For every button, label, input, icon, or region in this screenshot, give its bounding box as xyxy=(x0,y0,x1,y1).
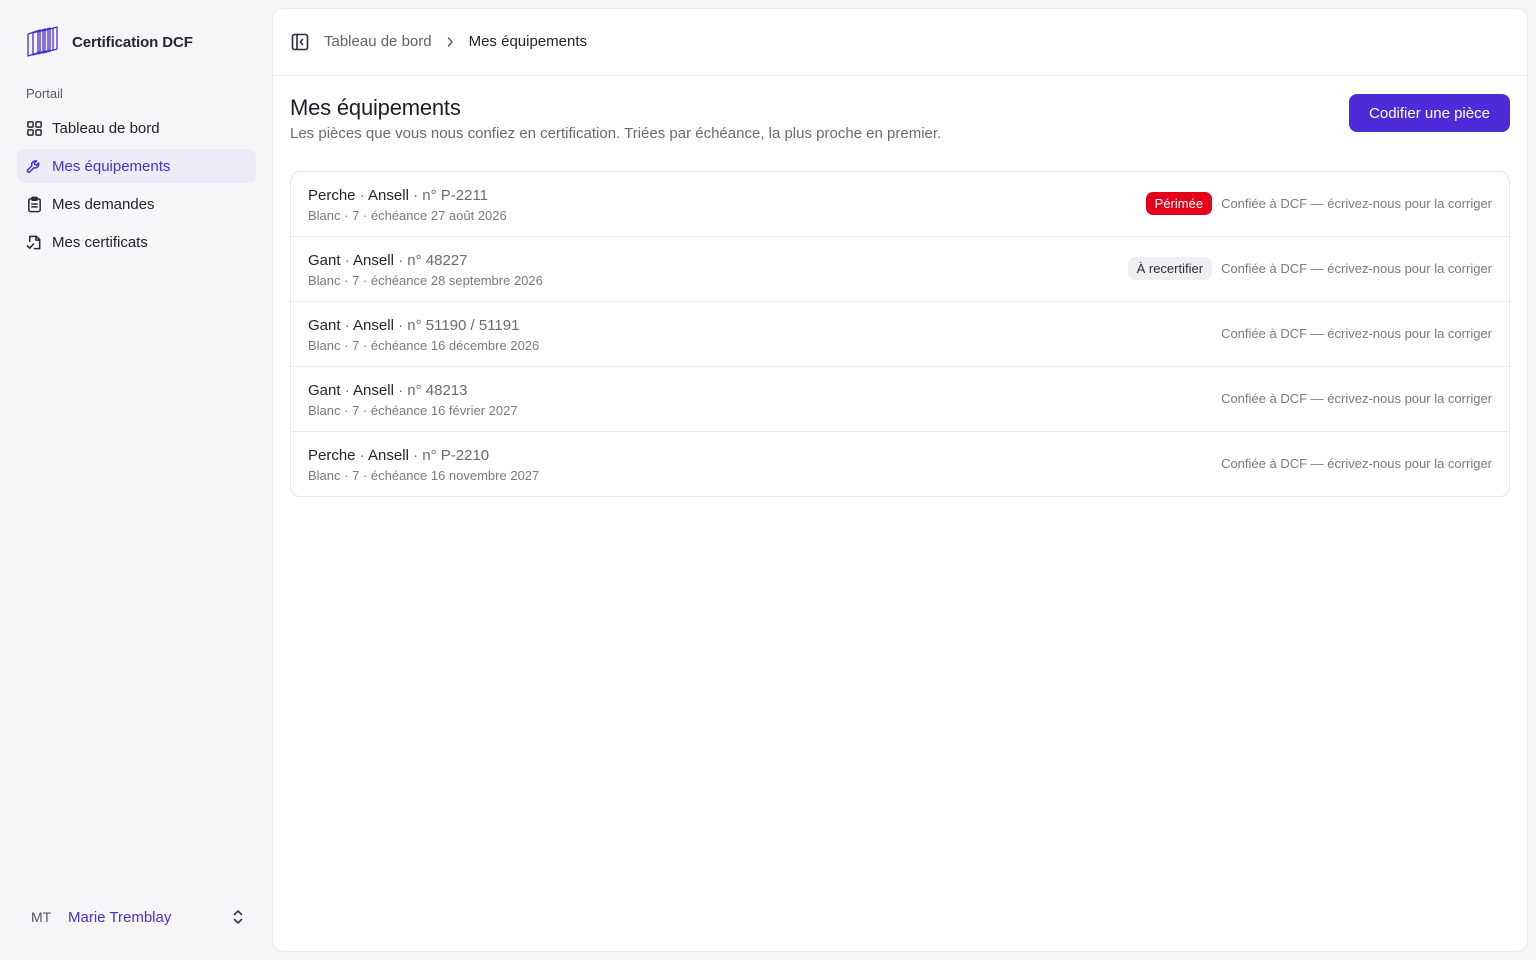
chevron-up-down-icon xyxy=(233,910,243,924)
sidebar-item-mes-equipements[interactable]: Mes équipements xyxy=(17,149,256,184)
wrench-icon xyxy=(25,157,43,175)
main-panel: Tableau de bord Mes équipements Mes équi… xyxy=(273,9,1527,951)
grid-icon xyxy=(25,119,43,137)
equipment-brand: Ansell xyxy=(368,447,409,464)
user-menu[interactable]: MT Marie Tremblay xyxy=(17,899,256,935)
brand-logo-icon xyxy=(27,26,58,57)
equipment-note: Confiée à DCF — écrivez-nous pour la cor… xyxy=(1221,261,1492,276)
equipment-meta: Blanc · 7 · échéance 16 décembre 2026 xyxy=(308,338,540,353)
equipment-meta: Blanc · 7 · échéance 27 août 2026 xyxy=(308,208,507,223)
equipment-row[interactable]: Gant · Ansell · n° 51190 / 51191 Blanc ·… xyxy=(291,302,1509,367)
sidebar: Certification DCF Portail Tableau de bor… xyxy=(0,0,272,960)
equipment-row[interactable]: Perche · Ansell · n° P-2210 Blanc · 7 · … xyxy=(291,432,1509,496)
clipboard-icon xyxy=(25,196,43,214)
sidebar-item-tableau-de-bord[interactable]: Tableau de bord xyxy=(17,111,256,145)
equipment-title: Gant · Ansell · n° 48213 xyxy=(308,382,468,399)
equipment-type: Perche xyxy=(308,447,356,464)
equipment-status: Confiée à DCF — écrivez-nous pour la cor… xyxy=(1221,322,1492,345)
equipment-serial: n° 48227 xyxy=(407,252,468,269)
chevron-right-icon xyxy=(447,36,453,47)
equipment-note: Confiée à DCF — écrivez-nous pour la cor… xyxy=(1221,326,1492,341)
equipment-meta: Blanc · 7 · échéance 28 septembre 2026 xyxy=(308,273,543,288)
sidebar-item-label: Mes demandes xyxy=(52,196,155,214)
equipment-status: À recertifier Confiée à DCF — écrivez-no… xyxy=(1127,257,1492,280)
equipment-meta: Blanc · 7 · échéance 16 février 2027 xyxy=(308,403,518,418)
sidebar-item-mes-certificats[interactable]: Mes certificats xyxy=(17,226,256,260)
equipment-title: Perche · Ansell · n° P-2210 xyxy=(308,447,490,464)
sidebar-section-label: Portail xyxy=(26,86,63,101)
equipment-status: Confiée à DCF — écrivez-nous pour la cor… xyxy=(1221,452,1492,475)
equipment-meta: Blanc · 7 · échéance 16 novembre 2027 xyxy=(308,468,540,483)
breadcrumb-link-tableau-de-bord[interactable]: Tableau de bord xyxy=(324,33,432,50)
sidebar-item-label: Tableau de bord xyxy=(52,119,160,137)
breadcrumb-current: Mes équipements xyxy=(468,33,587,50)
equipment-row[interactable]: Gant · Ansell · n° 48213 Blanc · 7 · éch… xyxy=(291,367,1509,432)
equipment-brand: Ansell xyxy=(353,252,394,269)
equipment-title: Perche · Ansell · n° P-2211 xyxy=(308,187,489,204)
app: Certification DCF Portail Tableau de bor… xyxy=(0,0,1536,960)
equipment-status: Périmée Confiée à DCF — écrivez-nous pou… xyxy=(1145,192,1492,215)
equipment-type: Perche xyxy=(308,187,356,204)
sidebar-toggle-icon[interactable] xyxy=(291,33,309,51)
equipment-brand: Ansell xyxy=(353,382,394,399)
equipment-type: Gant xyxy=(308,317,341,334)
equipment-list: Perche · Ansell · n° P-2211 Blanc · 7 · … xyxy=(290,171,1510,497)
equipment-serial: n° 51190 / 51191 xyxy=(407,317,520,334)
equipment-serial: n° P-2211 xyxy=(422,187,489,204)
equipment-serial: n° 48213 xyxy=(407,382,468,399)
equipment-type: Gant xyxy=(308,382,341,399)
codifier-piece-button[interactable]: Codifier une pièce xyxy=(1349,94,1510,132)
equipment-note: Confiée à DCF — écrivez-nous pour la cor… xyxy=(1221,391,1492,406)
equipment-row[interactable]: Gant · Ansell · n° 48227 Blanc · 7 · éch… xyxy=(291,237,1509,302)
equipment-brand: Ansell xyxy=(368,187,409,204)
sidebar-item-label: Mes équipements xyxy=(52,157,171,175)
brand[interactable]: Certification DCF xyxy=(26,26,193,58)
page-title: Mes équipements xyxy=(290,95,461,120)
equipment-brand: Ansell xyxy=(353,317,394,334)
equipment-row[interactable]: Perche · Ansell · n° P-2211 Blanc · 7 · … xyxy=(291,172,1509,237)
equipment-type: Gant xyxy=(308,252,341,269)
sidebar-item-mes-demandes[interactable]: Mes demandes xyxy=(17,188,256,222)
topbar: Tableau de bord Mes équipements xyxy=(273,9,1527,76)
equipment-title: Gant · Ansell · n° 48227 xyxy=(308,252,468,269)
equipment-title: Gant · Ansell · n° 51190 / 51191 xyxy=(308,317,520,334)
file-certificate-icon xyxy=(25,234,43,252)
status-badge-a-recertifier: À recertifier xyxy=(1127,257,1213,280)
brand-name: Certification DCF xyxy=(72,33,193,51)
avatar: MT xyxy=(31,909,52,925)
sidebar-item-label: Mes certificats xyxy=(52,234,148,252)
equipment-note: Confiée à DCF — écrivez-nous pour la cor… xyxy=(1221,456,1492,471)
page-subtitle: Les pièces que vous nous confiez en cert… xyxy=(290,125,942,142)
equipment-note: Confiée à DCF — écrivez-nous pour la cor… xyxy=(1221,196,1492,211)
status-badge-perimee: Périmée xyxy=(1145,192,1213,215)
equipment-status: Confiée à DCF — écrivez-nous pour la cor… xyxy=(1221,387,1492,410)
user-name: Marie Tremblay xyxy=(68,908,172,926)
equipment-serial: n° P-2210 xyxy=(422,447,490,464)
sidebar-nav: Tableau de bord Mes équipements Mes dema… xyxy=(17,111,256,264)
breadcrumb: Tableau de bord Mes équipements xyxy=(324,33,587,50)
